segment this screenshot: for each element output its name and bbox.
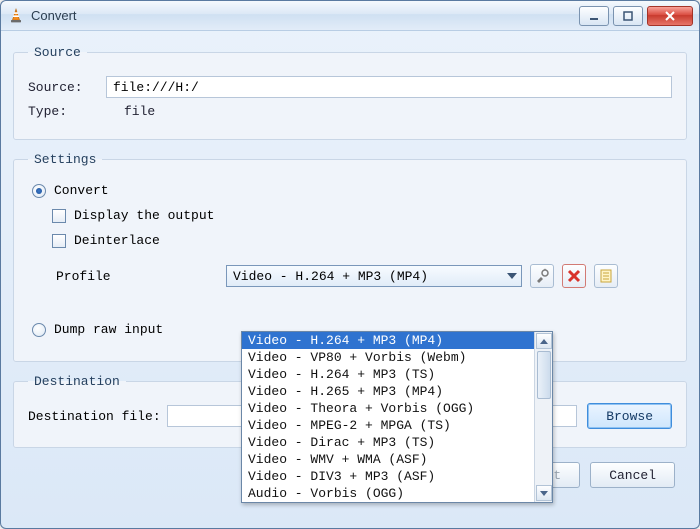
deinterlace-checkbox[interactable] [52,234,66,248]
cancel-button[interactable]: Cancel [590,462,675,488]
scroll-up-button[interactable] [536,333,552,349]
profile-option[interactable]: Video - Theora + Vorbis (OGG) [242,400,534,417]
vlc-icon [7,7,25,25]
destination-file-label: Destination file: [28,409,161,424]
profile-option[interactable]: Video - Dirac + MP3 (TS) [242,434,534,451]
source-group: Source Source: Type: file [13,45,687,140]
profile-dropdown-list: Video - H.264 + MP3 (MP4)Video - VP80 + … [241,331,553,503]
profile-option[interactable]: Video - DIV3 + MP3 (ASF) [242,468,534,485]
profile-option[interactable]: Video - WMV + WMA (ASF) [242,451,534,468]
profile-option[interactable]: Video - H.264 + MP3 (MP4) [242,332,534,349]
content-area: Source Source: Type: file Settings Conve… [1,31,699,528]
type-value: file [124,104,155,119]
scroll-thumb[interactable] [537,351,551,399]
scroll-down-button[interactable] [536,485,552,501]
convert-window: Convert Source Source: Type: file [0,0,700,529]
deinterlace-label: Deinterlace [74,233,160,248]
delete-profile-button[interactable] [562,264,586,288]
profile-option[interactable]: Video - VP80 + Vorbis (Webm) [242,349,534,366]
type-label: Type: [28,104,106,119]
profile-label: Profile [56,269,226,284]
profile-option[interactable]: Video - MPEG-2 + MPGA (TS) [242,417,534,434]
settings-legend: Settings [28,152,102,167]
profile-combobox[interactable]: Video - H.264 + MP3 (MP4) [226,265,522,287]
source-label: Source: [28,80,106,95]
convert-radio-row[interactable]: Convert [32,183,672,198]
profile-option[interactable]: Audio - Vorbis (OGG) [242,485,534,502]
window-buttons [579,6,693,26]
window-title: Convert [31,8,579,23]
new-profile-button[interactable] [594,264,618,288]
source-legend: Source [28,45,87,60]
deinterlace-row[interactable]: Deinterlace [52,233,672,248]
profile-option[interactable]: Video - H.264 + MP3 (TS) [242,366,534,383]
destination-legend: Destination [28,374,126,389]
convert-radio[interactable] [32,184,46,198]
profile-selected-text: Video - H.264 + MP3 (MP4) [233,269,428,284]
display-output-label: Display the output [74,208,214,223]
display-output-checkbox[interactable] [52,209,66,223]
profile-option[interactable]: Video - H.265 + MP3 (MP4) [242,383,534,400]
delete-icon [567,269,581,283]
source-input[interactable] [106,76,672,98]
browse-button[interactable]: Browse [587,403,672,429]
maximize-button[interactable] [613,6,643,26]
convert-radio-label: Convert [54,183,109,198]
minimize-button[interactable] [579,6,609,26]
dump-raw-radio[interactable] [32,323,46,337]
titlebar: Convert [1,1,699,31]
edit-profile-button[interactable] [530,264,554,288]
close-button[interactable] [647,6,693,26]
display-output-row[interactable]: Display the output [52,208,672,223]
profile-options-list: Video - H.264 + MP3 (MP4)Video - VP80 + … [242,332,534,502]
dropdown-scrollbar[interactable] [534,332,552,502]
tools-icon [534,268,550,284]
chevron-down-icon [507,273,517,279]
dump-raw-label: Dump raw input [54,322,163,337]
new-profile-icon [598,268,614,284]
